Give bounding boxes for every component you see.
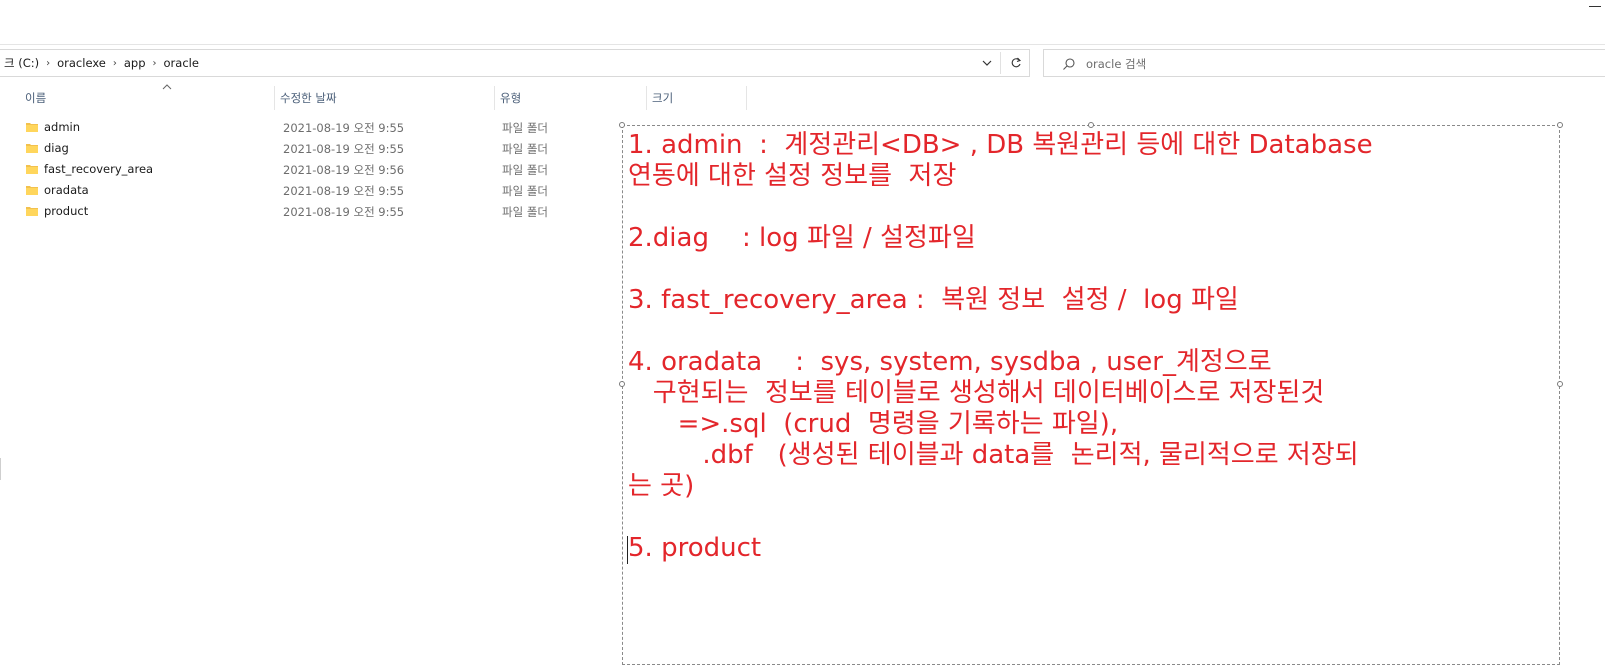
annotation-line <box>628 502 1558 533</box>
file-type: 파일 폴더 <box>502 163 548 177</box>
file-type: 파일 폴더 <box>502 142 548 156</box>
chevron-down-icon[interactable] <box>975 50 999 76</box>
file-modified: 2021-08-19 오전 9:55 <box>283 184 405 198</box>
file-name: fast_recovery_area <box>44 162 154 176</box>
column-headers: 이름 수정한 날짜 유형 크기 <box>0 84 760 112</box>
annotation-line <box>628 192 1558 223</box>
search-icon <box>1062 56 1076 70</box>
file-type: 파일 폴더 <box>502 184 548 198</box>
annotation-line: 연동에 대한 설정 정보를 저장 <box>628 161 957 191</box>
file-row-fast-recovery-area[interactable]: fast_recovery_area 2021-08-19 오전 9:56 파일… <box>0 159 620 180</box>
search-placeholder: oracle 검색 <box>1086 57 1147 71</box>
column-name-label: 이름 <box>25 91 47 105</box>
refresh-icon[interactable] <box>1002 50 1029 76</box>
file-type: 파일 폴더 <box>502 121 548 135</box>
file-modified: 2021-08-19 오전 9:55 <box>283 142 405 156</box>
file-name: oradata <box>44 183 89 197</box>
file-modified: 2021-08-19 오전 9:55 <box>283 205 405 219</box>
column-header-size[interactable]: 크기 <box>647 84 747 112</box>
address-bar[interactable]: 크 (C:) › oraclexe › app › oracle <box>0 49 1030 77</box>
folder-icon <box>26 165 38 174</box>
file-row-product[interactable]: product 2021-08-19 오전 9:55 파일 폴더 <box>0 201 620 222</box>
annotation-textbox[interactable]: 1. admin : 계정관리<DB> , DB 복원관리 등에 대한 Data… <box>619 122 1563 665</box>
column-header-type[interactable]: 유형 <box>495 84 647 112</box>
chevron-right-icon[interactable]: › <box>110 58 120 69</box>
file-modified: 2021-08-19 오전 9:56 <box>283 163 405 177</box>
resize-handle[interactable] <box>1088 122 1094 128</box>
annotation-line: =>.sql (crud 명령을 기록하는 파일), <box>628 409 1119 439</box>
annotation-line <box>628 254 1558 285</box>
annotation-line: 2.diag : log 파일 / 설정파일 <box>628 223 976 253</box>
folder-icon <box>26 186 38 195</box>
file-row-oradata[interactable]: oradata 2021-08-19 오전 9:55 파일 폴더 <box>0 180 620 201</box>
minimize-icon[interactable] <box>1587 0 1603 12</box>
chevron-right-icon[interactable]: › <box>150 58 160 69</box>
chevron-right-icon[interactable]: › <box>43 58 53 69</box>
annotation-line: 1. admin : 계정관리<DB> , DB 복원관리 등에 대한 Data… <box>628 130 1373 160</box>
folder-icon <box>26 207 38 216</box>
file-name: admin <box>44 120 81 134</box>
file-modified: 2021-08-19 오전 9:55 <box>283 121 405 135</box>
breadcrumb-app[interactable]: app <box>120 56 150 70</box>
annotation-line: 5. product <box>628 533 762 563</box>
breadcrumb-drive[interactable]: 크 (C:) <box>0 55 43 71</box>
annotation-line: 구현되는 정보를 테이블로 생성해서 데이터베이스로 저장된것 <box>628 378 1325 408</box>
text-caret <box>627 536 628 564</box>
breadcrumb-oracle[interactable]: oracle <box>160 56 203 70</box>
file-row-admin[interactable]: admin 2021-08-19 오전 9:55 파일 폴더 <box>0 117 620 138</box>
annotation-line: 4. oradata : sys, system, sysdba , user_… <box>628 347 1272 377</box>
file-name: diag <box>44 141 69 155</box>
address-divider <box>1000 52 1001 74</box>
column-type-label: 유형 <box>500 91 522 105</box>
annotation-text[interactable]: 1. admin : 계정관리<DB> , DB 복원관리 등에 대한 Data… <box>628 130 1558 564</box>
column-header-modified[interactable]: 수정한 날짜 <box>275 84 495 112</box>
file-name: product <box>44 204 89 218</box>
file-list: admin 2021-08-19 오전 9:55 파일 폴더 diag 2021… <box>0 117 620 222</box>
file-type: 파일 폴더 <box>502 205 548 219</box>
scroll-marker <box>0 458 1 480</box>
breadcrumb-oraclexe[interactable]: oraclexe <box>53 56 110 70</box>
file-row-diag[interactable]: diag 2021-08-19 오전 9:55 파일 폴더 <box>0 138 620 159</box>
resize-handle[interactable] <box>619 381 625 387</box>
annotation-line <box>628 316 1558 347</box>
column-size-label: 크기 <box>652 91 674 105</box>
sort-up-icon <box>162 84 172 90</box>
annotation-line: .dbf (생성된 테이블과 data를 논리적, 물리적으로 저장되 <box>628 440 1359 470</box>
folder-icon <box>26 144 38 153</box>
title-bar <box>0 0 1605 45</box>
annotation-line: 는 곳) <box>628 471 695 501</box>
resize-handle[interactable] <box>1557 122 1563 128</box>
annotation-line: 3. fast_recovery_area : 복원 정보 설정 / log 파… <box>628 285 1239 315</box>
column-header-name[interactable]: 이름 <box>20 84 275 112</box>
folder-icon <box>26 123 38 132</box>
column-modified-label: 수정한 날짜 <box>280 91 337 105</box>
resize-handle[interactable] <box>619 122 625 128</box>
search-input[interactable]: oracle 검색 <box>1043 49 1605 77</box>
breadcrumb: 크 (C:) › oraclexe › app › oracle <box>0 50 203 76</box>
